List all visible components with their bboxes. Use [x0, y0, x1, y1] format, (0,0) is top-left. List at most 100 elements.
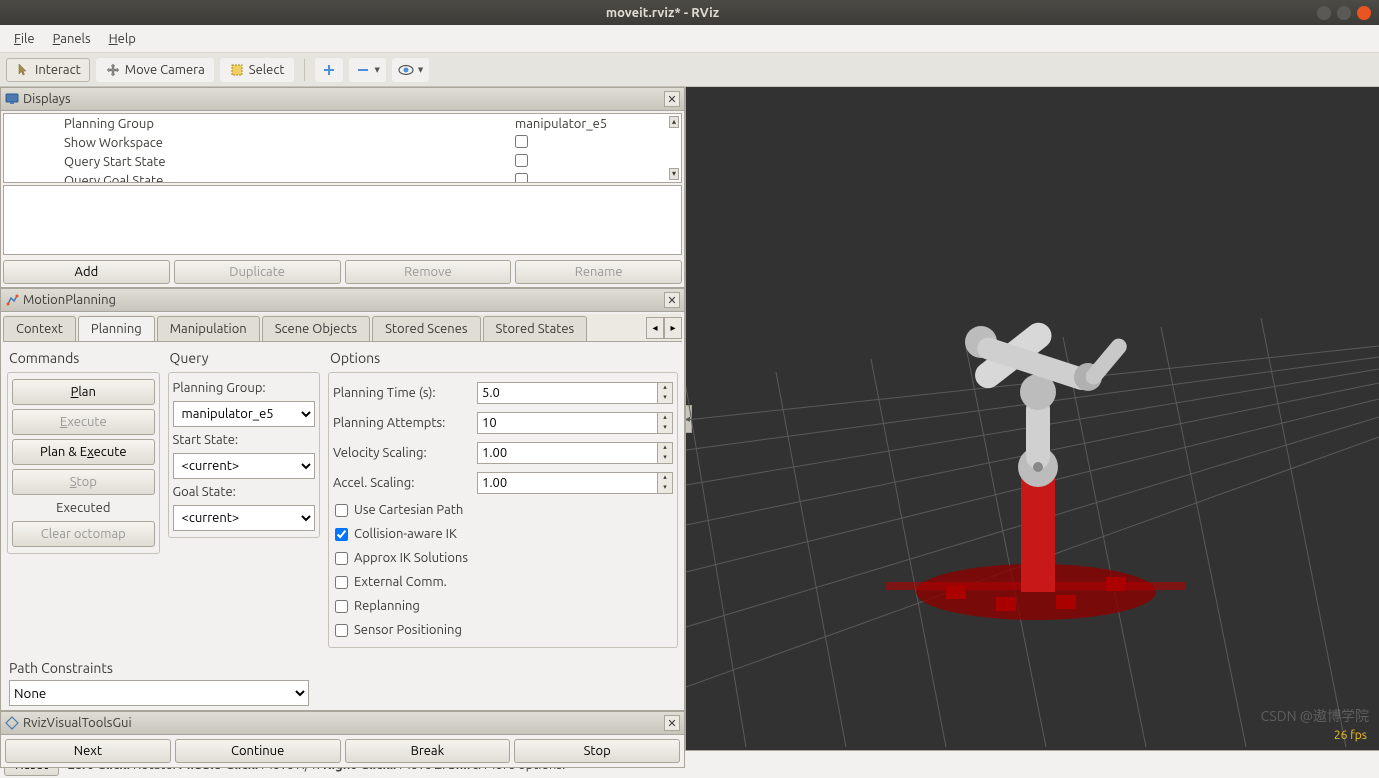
menu-help[interactable]: Help [101, 30, 144, 48]
3d-scene [686, 87, 1379, 747]
chevron-down-icon: ▼ [418, 66, 423, 74]
displays-tree[interactable]: Planning Group manipulator_e5 Show Works… [3, 113, 682, 183]
continue-button[interactable]: Continue [175, 739, 341, 763]
select-icon [229, 62, 245, 78]
move-camera-tool[interactable]: Move Camera [96, 58, 214, 82]
displays-icon [5, 92, 19, 106]
add-tool[interactable] [315, 58, 343, 82]
window-buttons [1317, 6, 1371, 20]
executed-label: Executed [12, 499, 155, 517]
plan-execute-button[interactable]: Plan & Execute [12, 439, 155, 465]
spin-down-icon[interactable]: ▾ [658, 453, 672, 463]
menu-bar: File Panels Help [0, 25, 1379, 53]
break-button[interactable]: Break [345, 739, 511, 763]
goal-state-select[interactable]: <current> [173, 505, 316, 531]
toolbar-separator [304, 59, 305, 81]
visual-tools-close-icon[interactable]: ✕ [664, 715, 680, 731]
tab-planning[interactable]: Planning [78, 316, 155, 341]
view-tool[interactable]: ▼ [392, 58, 429, 82]
motion-planning-title: MotionPlanning [23, 293, 116, 307]
motion-planning-header[interactable]: MotionPlanning ✕ [1, 289, 684, 312]
tree-row-query-start-state[interactable]: Query Start State [4, 152, 681, 171]
visual-tools-panel: RvizVisualToolsGui ✕ Next Continue Break… [0, 711, 685, 768]
path-constraints-select[interactable]: None [9, 680, 309, 706]
interact-tool[interactable]: Interact [6, 58, 90, 82]
sensor-positioning-checkbox[interactable] [335, 624, 348, 637]
tree-row-show-workspace[interactable]: Show Workspace [4, 133, 681, 152]
tab-scroll-left[interactable]: ◂ [646, 317, 664, 339]
planning-time-input[interactable] [477, 382, 657, 404]
robot-base [886, 470, 1186, 620]
motion-planning-panel: MotionPlanning ✕ Context Planning Manipu… [0, 288, 685, 711]
spin-up-icon[interactable]: ▴ [658, 383, 672, 393]
window-title: moveit.rviz* - RViz [8, 6, 1317, 20]
tab-context[interactable]: Context [3, 316, 76, 341]
spin-down-icon[interactable]: ▾ [658, 483, 672, 493]
planning-attempts-input[interactable] [477, 412, 657, 434]
external-comm-checkbox[interactable] [335, 576, 348, 589]
start-state-select[interactable]: <current> [173, 453, 316, 479]
tab-scene-objects[interactable]: Scene Objects [262, 316, 370, 341]
spin-up-icon[interactable]: ▴ [658, 443, 672, 453]
minimize-button[interactable] [1317, 6, 1331, 20]
tab-scroll-right[interactable]: ▸ [664, 317, 682, 339]
motion-planning-close-icon[interactable]: ✕ [664, 292, 680, 308]
displays-description-box [3, 185, 682, 255]
tab-stored-states[interactable]: Stored States [483, 316, 588, 341]
spin-down-icon[interactable]: ▾ [658, 423, 672, 433]
query-goal-state-checkbox[interactable] [515, 173, 528, 184]
scroll-up-icon[interactable]: ▴ [669, 116, 679, 128]
visual-tools-header[interactable]: RvizVisualToolsGui ✕ [1, 712, 684, 735]
displays-panel-header[interactable]: Displays ✕ [1, 88, 684, 111]
approx-ik-checkbox[interactable] [335, 552, 348, 565]
watermark: CSDN @遨博学院 [1261, 706, 1369, 726]
select-tool[interactable]: Select [220, 58, 294, 82]
close-button[interactable] [1357, 6, 1371, 20]
planning-group-select[interactable]: manipulator_e5 [173, 401, 316, 427]
accel-scaling-label: Accel. Scaling: [333, 476, 473, 490]
tree-scrollbar[interactable]: ▴ ▾ [669, 116, 679, 180]
clear-octomap-button[interactable]: Clear octomap [12, 521, 155, 547]
main-content: Displays ✕ Planning Group manipulator_e5… [0, 87, 1379, 750]
stop-button[interactable]: Stop [12, 469, 155, 495]
move-camera-icon [105, 62, 121, 78]
toolbar: Interact Move Camera Select ▼ ▼ [0, 53, 1379, 87]
plan-button[interactable]: Plan [12, 379, 155, 405]
scroll-down-icon[interactable]: ▾ [669, 168, 679, 180]
cursor-icon [15, 62, 31, 78]
show-workspace-checkbox[interactable] [515, 135, 528, 148]
rename-button[interactable]: Rename [515, 260, 682, 284]
displays-close-icon[interactable]: ✕ [664, 91, 680, 107]
menu-panels[interactable]: Panels [45, 30, 99, 48]
tree-row-query-goal-state[interactable]: Query Goal State [4, 171, 681, 183]
velocity-scaling-input[interactable] [477, 442, 657, 464]
visual-tools-icon [5, 716, 19, 730]
query-start-state-checkbox[interactable] [515, 154, 528, 167]
execute-button[interactable]: Execute [12, 409, 155, 435]
tree-row-planning-group[interactable]: Planning Group manipulator_e5 [4, 114, 681, 133]
planning-time-label: Planning Time (s): [333, 386, 473, 400]
next-button[interactable]: Next [5, 739, 171, 763]
duplicate-button[interactable]: Duplicate [174, 260, 341, 284]
select-label: Select [249, 63, 285, 77]
spin-down-icon[interactable]: ▾ [658, 393, 672, 403]
move-camera-label: Move Camera [125, 63, 205, 77]
3d-viewport[interactable]: ◂ [686, 87, 1379, 750]
stop-button-vt[interactable]: Stop [514, 739, 680, 763]
goal-state-label: Goal State: [173, 483, 316, 501]
maximize-button[interactable] [1337, 6, 1351, 20]
tab-manipulation[interactable]: Manipulation [157, 316, 260, 341]
replanning-checkbox[interactable] [335, 600, 348, 613]
tab-stored-scenes[interactable]: Stored Scenes [372, 316, 480, 341]
spin-up-icon[interactable]: ▴ [658, 473, 672, 483]
remove-button[interactable]: Remove [345, 260, 512, 284]
displays-panel: Displays ✕ Planning Group manipulator_e5… [0, 87, 685, 288]
collision-ik-checkbox[interactable] [335, 528, 348, 541]
menu-file[interactable]: File [6, 30, 43, 48]
accel-scaling-input[interactable] [477, 472, 657, 494]
add-button[interactable]: Add [3, 260, 170, 284]
motion-planning-icon [5, 293, 19, 307]
spin-up-icon[interactable]: ▴ [658, 413, 672, 423]
remove-tool[interactable]: ▼ [349, 58, 386, 82]
use-cartesian-checkbox[interactable] [335, 504, 348, 517]
